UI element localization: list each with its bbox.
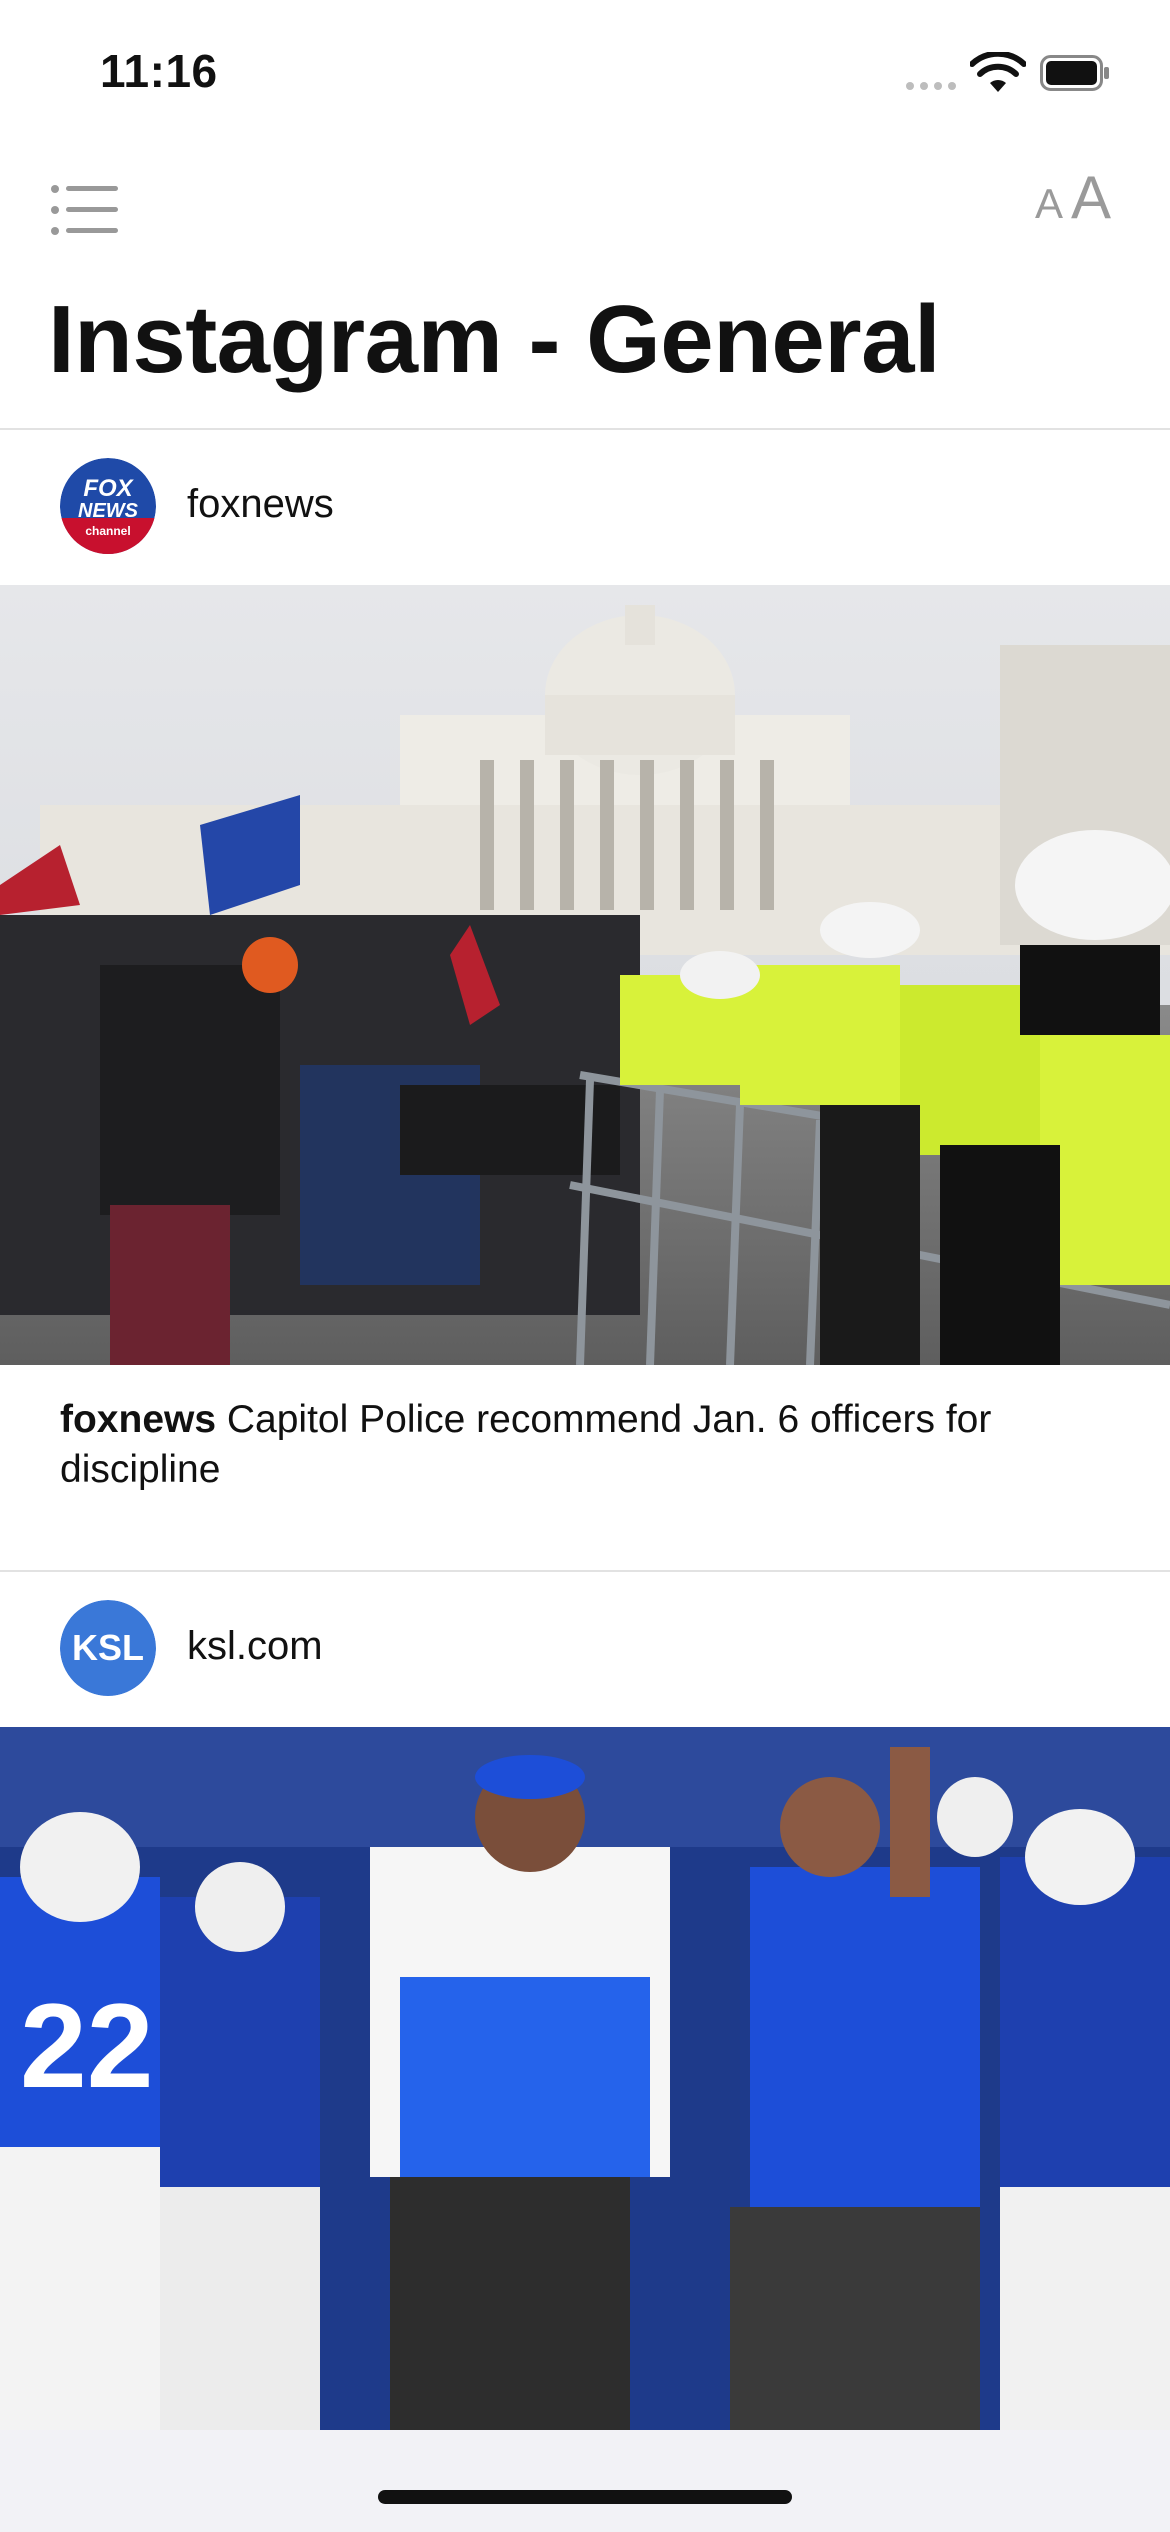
status-bar: 11:16 xyxy=(0,0,1170,150)
svg-text:22: 22 xyxy=(20,1979,153,2113)
toolbar: A A xyxy=(0,160,1170,260)
list-icon[interactable] xyxy=(50,180,120,240)
cellular-signal-icon xyxy=(906,82,956,90)
avatar[interactable]: KSL xyxy=(60,1600,156,1696)
byu-football-photo: 22 xyxy=(0,1727,1170,2430)
status-time: 11:16 xyxy=(100,45,218,97)
text-size-small-label: A xyxy=(1035,180,1064,227)
svg-text:KSL: KSL xyxy=(72,1627,144,1668)
post-username[interactable]: foxnews xyxy=(187,482,334,527)
text-size-icon[interactable]: A A xyxy=(1035,164,1125,242)
post-caption: foxnews Capitol Police recommend Jan. 6 … xyxy=(60,1395,1110,1495)
capitol-photo xyxy=(0,585,1170,1365)
post-image[interactable] xyxy=(0,585,1170,1365)
avatar[interactable]: FOX NEWS channel xyxy=(60,458,156,554)
caption-username[interactable]: foxnews xyxy=(60,1398,216,1441)
home-indicator[interactable] xyxy=(378,2490,792,2504)
post-username[interactable]: ksl.com xyxy=(187,1624,323,1669)
ksl-logo: KSL xyxy=(60,1600,156,1696)
home-bar-area xyxy=(0,2430,1170,2532)
fox-news-logo: FOX NEWS channel xyxy=(60,458,156,554)
wifi-icon xyxy=(970,52,1026,92)
post-image[interactable]: 22 xyxy=(0,1727,1170,2430)
page-title: Instagram - General xyxy=(48,286,941,393)
post-header[interactable]: FOX NEWS channel foxnews xyxy=(0,430,1170,585)
text-size-large-label: A xyxy=(1071,164,1112,231)
post-header[interactable]: KSL ksl.com xyxy=(0,1572,1170,1727)
svg-text:FOX: FOX xyxy=(83,475,134,502)
svg-text:channel: channel xyxy=(85,524,130,538)
battery-icon xyxy=(1040,55,1109,91)
svg-text:NEWS: NEWS xyxy=(78,500,139,522)
